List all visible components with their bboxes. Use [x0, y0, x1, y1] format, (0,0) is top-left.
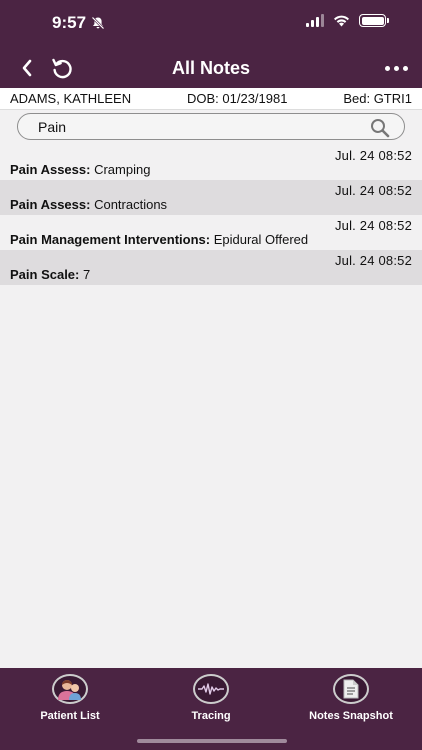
- more-options-button[interactable]: [382, 58, 410, 78]
- note-row[interactable]: Jul. 24 08:52 Pain Assess: Cramping: [0, 145, 422, 180]
- home-indicator[interactable]: [137, 739, 287, 743]
- page-title: All Notes: [171, 58, 250, 78]
- dot-icon: [402, 65, 408, 71]
- note-value: Contractions: [94, 197, 168, 212]
- note-row[interactable]: Jul. 24 08:52 Pain Assess: Contractions: [0, 180, 422, 215]
- note-time: Jul. 24 08:52: [334, 218, 412, 233]
- status-indicators: [306, 14, 389, 27]
- note-value: Cramping: [94, 162, 151, 177]
- bell-muted-icon: [91, 16, 105, 30]
- bottom-tab-bar: Patient List Tracing Notes Snapshot: [0, 668, 422, 750]
- note-text: Pain Assess: Cramping: [10, 162, 150, 177]
- note-time: Jul. 24 08:52: [334, 183, 412, 198]
- wifi-icon: [334, 15, 349, 27]
- tab-patient-list[interactable]: Patient List: [0, 674, 140, 722]
- patient-avatar-icon: [52, 674, 88, 704]
- dot-icon: [393, 65, 399, 71]
- tab-label: Tracing: [191, 710, 231, 722]
- app-header: 9:57 All Notes: [0, 0, 422, 88]
- note-text: Pain Scale: 7: [10, 267, 90, 282]
- note-row[interactable]: Jul. 24 08:52 Pain Management Interventi…: [0, 215, 422, 250]
- note-label: Pain Scale:: [10, 267, 80, 282]
- tab-label: Patient List: [40, 710, 100, 722]
- tab-label: Notes Snapshot: [309, 710, 393, 722]
- patient-info-bar: ADAMS, KATHLEEN DOB: 01/23/1981 Bed: GTR…: [0, 88, 422, 110]
- note-time: Jul. 24 08:52: [334, 253, 412, 268]
- tab-tracing[interactable]: Tracing: [141, 674, 281, 722]
- status-time: 9:57: [52, 13, 105, 33]
- note-label: Pain Assess:: [10, 197, 91, 212]
- cellular-signal-icon: [306, 14, 324, 27]
- note-label: Pain Management Interventions:: [10, 232, 211, 247]
- note-text: Pain Management Interventions: Epidural …: [10, 232, 308, 247]
- note-value: 7: [83, 267, 91, 282]
- note-text: Pain Assess: Contractions: [10, 197, 167, 212]
- battery-icon: [359, 14, 389, 27]
- dot-icon: [384, 65, 390, 71]
- search-input-value[interactable]: Pain: [38, 119, 404, 135]
- document-icon: [333, 674, 369, 704]
- patient-dob: DOB: 01/23/1981: [187, 91, 288, 106]
- search-input[interactable]: Pain: [17, 113, 405, 140]
- search-icon[interactable]: [370, 118, 390, 138]
- tab-notes-snapshot[interactable]: Notes Snapshot: [281, 674, 421, 722]
- note-label: Pain Assess:: [10, 162, 91, 177]
- waveform-icon: [193, 674, 229, 704]
- status-time-text: 9:57: [52, 13, 87, 32]
- note-time: Jul. 24 08:52: [334, 148, 412, 163]
- note-row[interactable]: Jul. 24 08:52 Pain Scale: 7: [0, 250, 422, 285]
- note-value: Epidural Offered: [213, 232, 309, 247]
- notes-list: Jul. 24 08:52 Pain Assess: Cramping Jul.…: [0, 145, 422, 285]
- patient-bed: Bed: GTRI1: [343, 91, 412, 106]
- patient-name: ADAMS, KATHLEEN: [10, 91, 132, 106]
